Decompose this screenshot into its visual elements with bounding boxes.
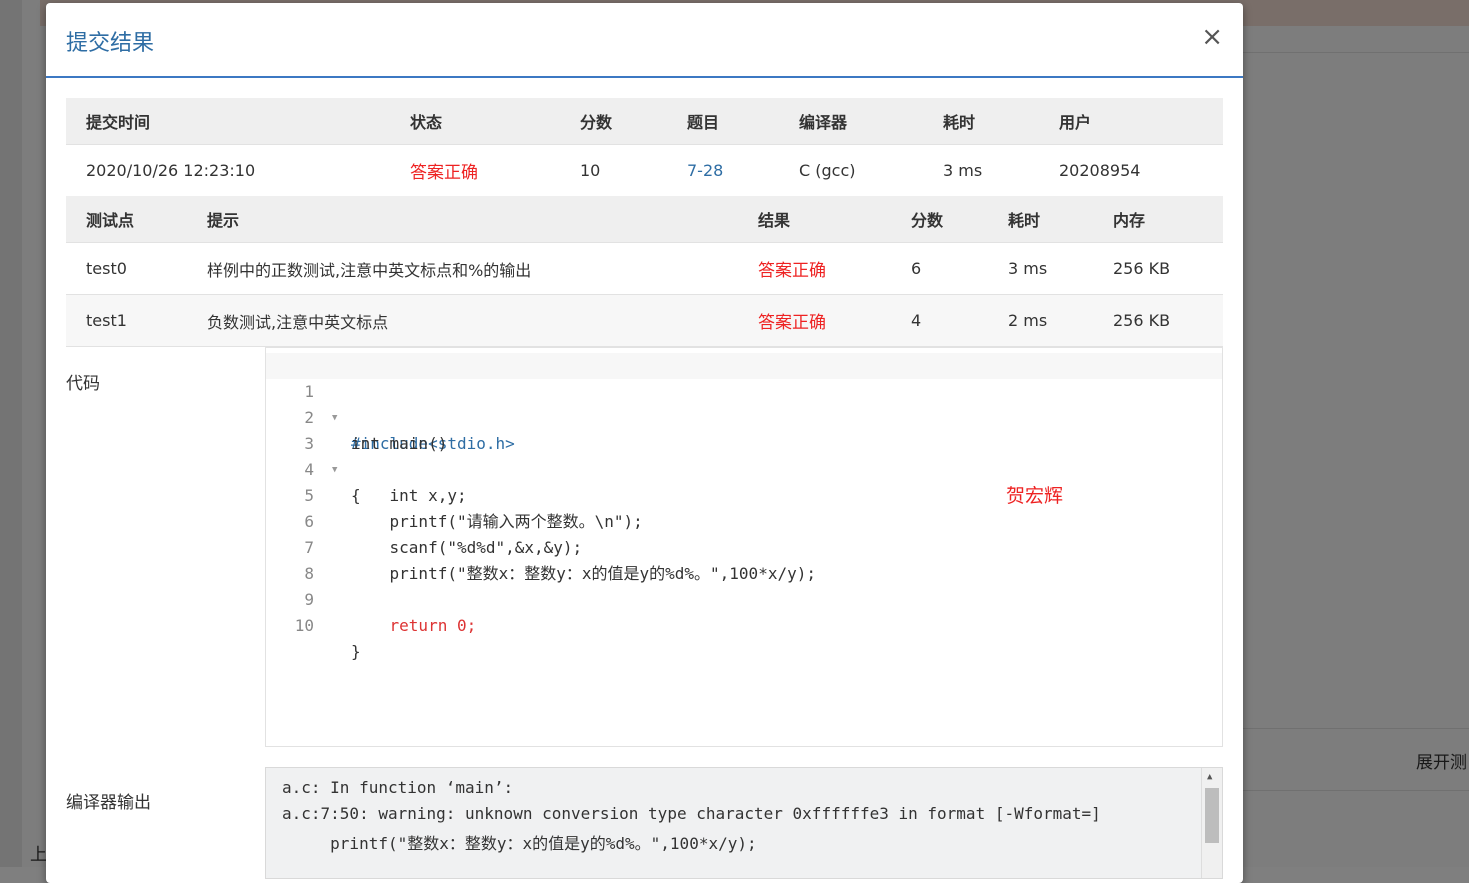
header-submit-time: 提交时间 xyxy=(66,98,390,145)
elapsed-time: 3 ms xyxy=(923,144,1039,196)
test-id: test1 xyxy=(66,294,187,346)
code-line: 3 ▼ { xyxy=(266,405,1222,505)
summary-row: 2020/10/26 12:23:10 答案正确 10 7-28 C (gcc)… xyxy=(66,144,1223,196)
code-line: 4 int x,y; xyxy=(266,431,1222,505)
code-line: 8 xyxy=(266,535,1222,583)
output-line: a.c:7:50: warning: unknown conversion ty… xyxy=(282,804,1101,823)
summary-table: 提交时间 状态 分数 题目 编译器 耗时 用户 2020/10/26 12:23… xyxy=(66,98,1223,196)
code-line: 6 scanf("%d%d",&x,&y); xyxy=(266,483,1222,557)
test-hint: 样例中的正数测试,注意中英文标点和%的输出 xyxy=(187,242,738,295)
modal-header: 提交结果 × xyxy=(46,3,1243,78)
problem-link[interactable]: 7-28 xyxy=(667,144,779,196)
tests-header-row: 测试点 提示 结果 分数 耗时 内存 xyxy=(66,196,1223,243)
scrollbar-thumb[interactable] xyxy=(1205,788,1219,843)
test-memory: 256 KB xyxy=(1093,294,1223,346)
code-line: 7 printf("整数x：整数y：x的值是y的%d%。",100*x/y); xyxy=(266,509,1222,583)
modal-body: 提交时间 状态 分数 题目 编译器 耗时 用户 2020/10/26 12:23… xyxy=(66,98,1223,883)
submit-time: 2020/10/26 12:23:10 xyxy=(66,144,390,196)
line-number: 10 xyxy=(294,616,314,635)
code-line: 2 int main() xyxy=(266,379,1222,453)
compiler-output-section: 编译器输出 a.c: In function ‘main’: a.c:7:50:… xyxy=(66,767,1223,883)
user-id: 20208954 xyxy=(1039,144,1223,196)
table-row: test0 样例中的正数测试,注意中英文标点和%的输出 答案正确 6 3 ms … xyxy=(66,242,1223,295)
summary-header-row: 提交时间 状态 分数 题目 编译器 耗时 用户 xyxy=(66,98,1223,145)
header-result: 结果 xyxy=(738,196,891,243)
header-problem: 题目 xyxy=(667,98,779,145)
output-line: printf("整数x：整数y：x的值是y的%d%。",100*x/y); xyxy=(282,834,757,853)
output-line: a.c: In function ‘main’: xyxy=(282,778,514,797)
test-elapsed: 2 ms xyxy=(988,294,1093,346)
code-text: return 0; xyxy=(351,616,477,635)
code-line: 9 return 0; xyxy=(266,561,1222,635)
header-hint: 提示 xyxy=(187,196,738,243)
test-result: 答案正确 xyxy=(738,294,891,346)
code-label: 代码 xyxy=(66,374,100,394)
test-id: test0 xyxy=(66,242,187,295)
header-user: 用户 xyxy=(1039,98,1223,145)
header-compiler: 编译器 xyxy=(779,98,923,145)
header-test-score: 分数 xyxy=(891,196,988,243)
header-test-elapsed: 耗时 xyxy=(988,196,1093,243)
output-scrollbar[interactable]: ▲ xyxy=(1201,768,1222,878)
test-memory: 256 KB xyxy=(1093,242,1223,295)
header-status: 状态 xyxy=(390,98,560,145)
code-text: } xyxy=(351,642,361,661)
test-result: 答案正确 xyxy=(738,242,891,295)
header-elapsed: 耗时 xyxy=(923,98,1039,145)
scroll-up-icon[interactable]: ▲ xyxy=(1207,772,1212,782)
header-memory: 内存 xyxy=(1093,196,1223,243)
code-line: 5 printf("请输入两个整数。\n"); xyxy=(266,457,1222,531)
code-line: 1 ▼ #include<stdio.h> xyxy=(266,353,1222,453)
header-test-id: 测试点 xyxy=(66,196,187,243)
close-icon[interactable]: × xyxy=(1201,23,1223,51)
submission-result-modal: 提交结果 × 提交时间 状态 分数 题目 编译器 耗时 用户 2020/10/2… xyxy=(46,3,1243,883)
test-elapsed: 3 ms xyxy=(988,242,1093,295)
score: 10 xyxy=(560,144,667,196)
test-cases-table: 测试点 提示 结果 分数 耗时 内存 test0 样例中的正数测试,注意中英文标… xyxy=(66,196,1223,346)
test-score: 4 xyxy=(891,294,988,346)
compiler-output-box[interactable]: a.c: In function ‘main’: a.c:7:50: warni… xyxy=(265,767,1223,879)
compiler: C (gcc) xyxy=(779,144,923,196)
status-badge: 答案正确 xyxy=(390,144,560,196)
user-watermark: 贺宏辉 xyxy=(1006,485,1064,507)
table-row: test1 负数测试,注意中英文标点 答案正确 4 2 ms 256 KB xyxy=(66,294,1223,346)
test-score: 6 xyxy=(891,242,988,295)
code-section: 代码 1 ▼ #include<stdio.h> 2 int main() 3 … xyxy=(66,346,1223,747)
modal-title: 提交结果 xyxy=(66,31,155,56)
header-score: 分数 xyxy=(560,98,667,145)
test-hint: 负数测试,注意中英文标点 xyxy=(187,294,738,346)
compiler-output-label: 编译器输出 xyxy=(66,793,151,813)
code-line: 10 } xyxy=(266,587,1222,661)
code-editor[interactable]: 1 ▼ #include<stdio.h> 2 int main() 3 ▼ {… xyxy=(265,347,1223,747)
